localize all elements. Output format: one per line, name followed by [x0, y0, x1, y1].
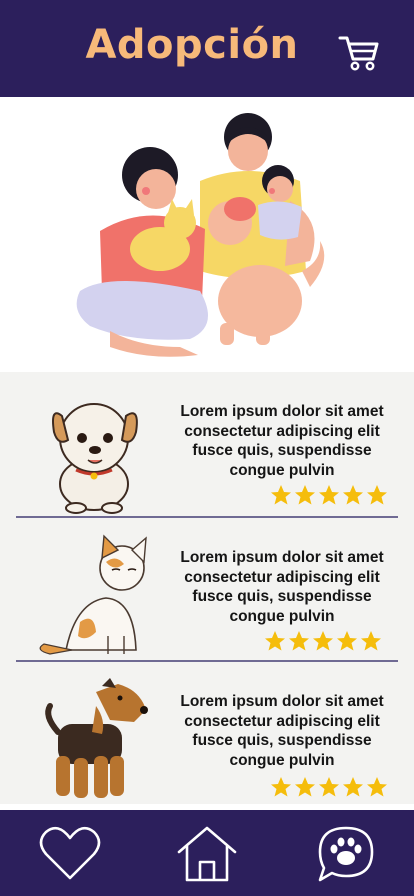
pet-description: Lorem ipsum dolor sit amet consectetur a…	[180, 693, 384, 769]
hero-section	[0, 97, 414, 372]
pet-description: Lorem ipsum dolor sit amet consectetur a…	[180, 549, 384, 625]
pet-card[interactable]: Lorem ipsum dolor sit amet consectetur a…	[0, 518, 414, 662]
app-header: Adopción	[0, 0, 414, 97]
pet-card[interactable]: Lorem ipsum dolor sit amet consectetur a…	[0, 372, 414, 516]
puppy-illustration	[52, 403, 138, 514]
rating-stars	[271, 485, 387, 505]
bottom-nav	[0, 810, 414, 896]
pet-description: Lorem ipsum dolor sit amet consectetur a…	[180, 403, 384, 479]
rating-stars	[271, 777, 387, 797]
pet-list: Lorem ipsum dolor sit amet consectetur a…	[0, 372, 414, 804]
family-with-pets-illustration	[76, 113, 325, 357]
rating-stars	[265, 631, 381, 651]
paw-chat-icon[interactable]	[314, 824, 378, 884]
cat-illustration	[39, 534, 147, 655]
home-icon[interactable]	[175, 824, 239, 884]
pet-card[interactable]: Lorem ipsum dolor sit amet consectetur a…	[0, 662, 414, 806]
page-title: Adopción	[85, 22, 299, 68]
shopping-cart-icon[interactable]	[338, 32, 380, 72]
terrier-dog-illustration	[45, 678, 148, 798]
heart-icon[interactable]	[38, 824, 102, 884]
